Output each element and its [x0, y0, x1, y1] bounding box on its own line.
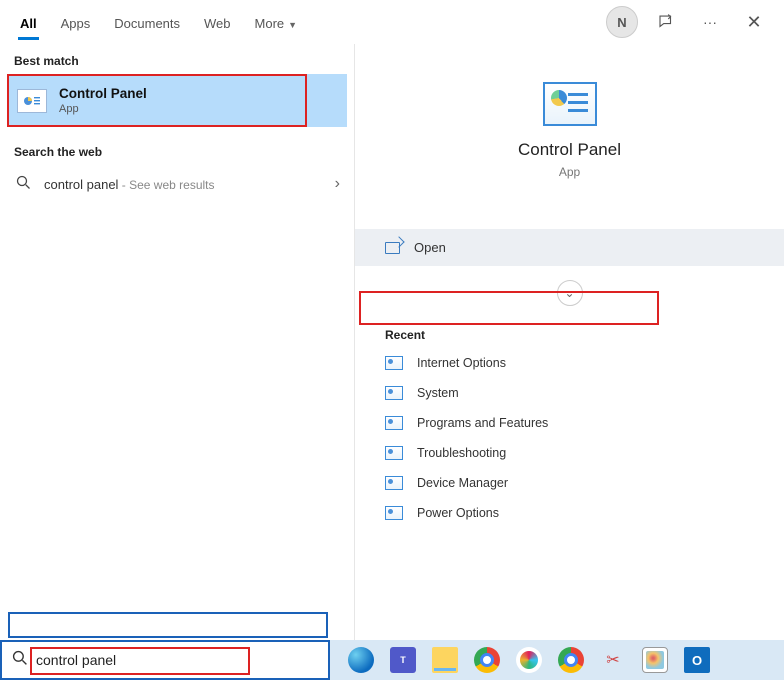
- tab-documents[interactable]: Documents: [102, 6, 192, 39]
- best-match-item[interactable]: Control Panel App: [7, 74, 347, 127]
- close-icon[interactable]: ✕: [738, 6, 770, 38]
- web-result-text: control panel - See web results: [44, 177, 323, 192]
- recent-heading: Recent: [355, 306, 784, 348]
- settings-icon: [385, 446, 403, 460]
- best-match-title: Control Panel: [59, 86, 147, 101]
- recent-item[interactable]: Programs and Features: [355, 408, 784, 438]
- recent-item[interactable]: Internet Options: [355, 348, 784, 378]
- tab-apps[interactable]: Apps: [49, 6, 103, 39]
- search-input[interactable]: [36, 652, 296, 668]
- best-match-subtitle: App: [59, 103, 147, 115]
- edge-icon[interactable]: [348, 647, 374, 673]
- teams-icon[interactable]: T: [390, 647, 416, 673]
- taskbar-tray: T ✂ O: [330, 640, 784, 680]
- details-pane: Control Panel App Open ⌄ Recent Internet…: [354, 44, 784, 640]
- file-explorer-icon[interactable]: [432, 647, 458, 673]
- best-match-heading: Best match: [0, 44, 354, 74]
- taskbar: T ✂ O: [0, 640, 784, 680]
- tab-web[interactable]: Web: [192, 6, 243, 39]
- search-icon: [14, 175, 32, 193]
- paint-icon[interactable]: [642, 647, 668, 673]
- user-avatar[interactable]: N: [606, 6, 638, 38]
- annotation-highlight: [8, 612, 328, 638]
- recent-item[interactable]: Device Manager: [355, 468, 784, 498]
- settings-icon: [385, 476, 403, 490]
- web-result-item[interactable]: control panel - See web results ›: [0, 165, 354, 203]
- chevron-right-icon: ›: [335, 175, 340, 193]
- detail-title: Control Panel: [365, 140, 774, 160]
- control-panel-large-icon: [543, 82, 597, 126]
- tab-all[interactable]: All: [8, 6, 49, 39]
- open-icon: [385, 242, 400, 254]
- outlook-icon[interactable]: O: [684, 647, 710, 673]
- results-left-pane: Best match Control Panel App Search the …: [0, 44, 354, 640]
- tab-more[interactable]: More▼: [243, 6, 310, 39]
- snipping-tool-icon[interactable]: ✂: [600, 647, 626, 673]
- more-options-icon[interactable]: ···: [694, 6, 726, 38]
- settings-icon: [385, 356, 403, 370]
- recent-item[interactable]: Troubleshooting: [355, 438, 784, 468]
- search-icon: [2, 650, 36, 670]
- settings-icon: [385, 416, 403, 430]
- chrome-icon[interactable]: [558, 647, 584, 673]
- taskbar-search[interactable]: [0, 640, 330, 680]
- recent-item[interactable]: Power Options: [355, 498, 784, 528]
- settings-icon: [385, 386, 403, 400]
- slack-icon[interactable]: [516, 647, 542, 673]
- chrome-icon[interactable]: [474, 647, 500, 673]
- expand-button[interactable]: ⌄: [557, 280, 583, 306]
- search-tabs: All Apps Documents Web More▼ N ··· ✕: [0, 0, 784, 44]
- control-panel-icon: [17, 89, 47, 113]
- open-action[interactable]: Open: [355, 229, 784, 266]
- chevron-down-icon: ▼: [288, 20, 297, 30]
- search-web-heading: Search the web: [0, 135, 354, 165]
- settings-icon: [385, 506, 403, 520]
- open-label: Open: [414, 240, 446, 255]
- feedback-icon[interactable]: [650, 6, 682, 38]
- recent-item[interactable]: System: [355, 378, 784, 408]
- detail-subtitle: App: [365, 165, 774, 179]
